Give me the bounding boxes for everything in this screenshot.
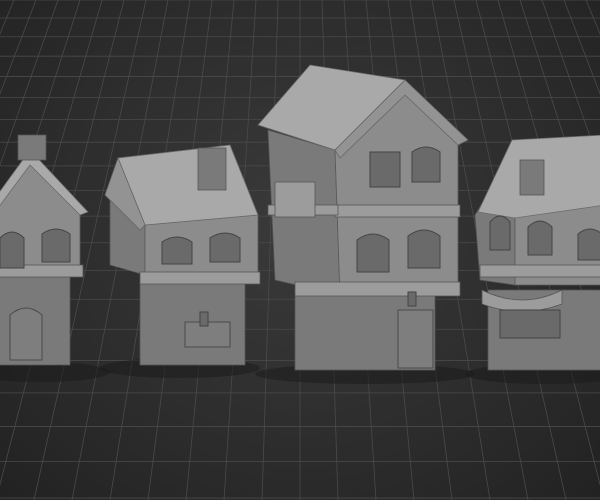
house-1: [0, 134, 89, 366]
scene-svg: [0, 0, 600, 500]
house-3: [257, 64, 469, 371]
house-2: [104, 144, 261, 366]
render-viewport: [0, 0, 600, 500]
balcony: [274, 181, 316, 218]
lantern-icon: [407, 291, 417, 307]
house-4: [474, 134, 600, 371]
lantern-icon: [199, 311, 209, 327]
